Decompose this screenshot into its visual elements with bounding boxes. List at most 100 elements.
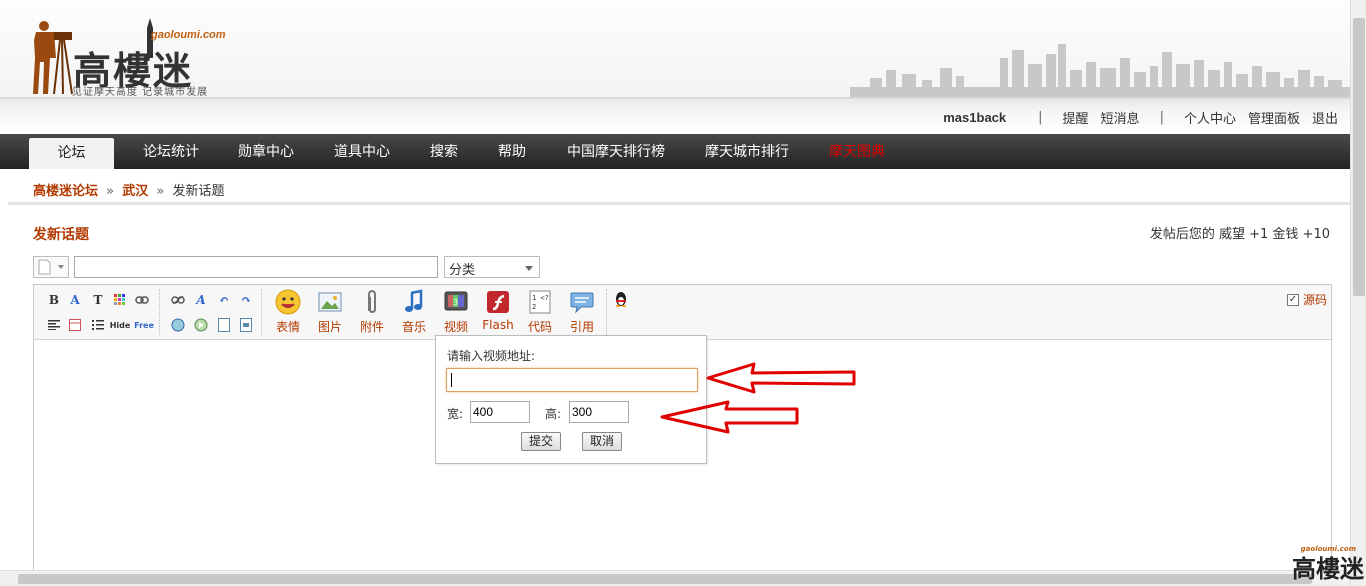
- user-bar: mas1back | 提醒 短消息 | 个人中心 管理面板 退出: [0, 97, 1350, 134]
- nav-medals[interactable]: 勋章中心: [238, 134, 294, 169]
- logo-slogan: 见证摩天高度 记录城市发展: [72, 87, 209, 98]
- admin-panel-link[interactable]: 管理面板: [1248, 108, 1300, 127]
- breadcrumb-board-link[interactable]: 武汉: [122, 184, 148, 199]
- smiley-icon: [275, 289, 301, 315]
- globe-icon[interactable]: [170, 317, 186, 333]
- speech-bubble-icon: [570, 292, 594, 314]
- main-nav: 论坛 论坛统计 勋章中心 道具中心 搜索 帮助 中国摩天排行榜 摩天城市排行 摩…: [0, 134, 1350, 169]
- post-reward-info: 发帖后您的 威望 +1 金钱 +10: [1149, 227, 1330, 242]
- toolbar-group-format: B A T Hide Free: [42, 289, 160, 335]
- breadcrumb-separator: »: [156, 184, 165, 199]
- watermark-title: 高樓迷: [1292, 555, 1364, 583]
- code-icon: 1 <?2: [529, 290, 551, 314]
- svg-text:3: 3: [453, 298, 458, 307]
- nav-china-ranking[interactable]: 中国摩天排行榜: [567, 134, 665, 169]
- align-left-icon[interactable]: [46, 317, 62, 333]
- quote-button[interactable]: 引用: [562, 289, 602, 335]
- free-icon[interactable]: Free: [134, 317, 154, 333]
- font-size-icon[interactable]: T: [90, 292, 106, 308]
- image-icon: [318, 292, 342, 312]
- paperclip-icon: [368, 289, 376, 314]
- undo-icon[interactable]: ↶: [216, 292, 232, 308]
- scrollbar-thumb[interactable]: [18, 574, 1312, 584]
- qq-penguin-icon[interactable]: [614, 291, 628, 307]
- text-cursor: [451, 373, 452, 387]
- bold-icon[interactable]: B: [46, 292, 62, 308]
- city-skyline-illustration: [850, 44, 1350, 97]
- nav-forum[interactable]: 论坛: [29, 138, 114, 169]
- profile-link[interactable]: 个人中心: [1184, 108, 1236, 127]
- vertical-scrollbar[interactable]: [1350, 0, 1366, 586]
- height-input[interactable]: [569, 401, 629, 423]
- redo-icon[interactable]: ↷: [238, 292, 254, 308]
- image-button[interactable]: 图片: [310, 289, 350, 335]
- code-button[interactable]: 1 <? 2 代码: [520, 289, 560, 335]
- breadcrumb: 高楼迷论坛 » 武汉 » 发新话题: [33, 180, 225, 199]
- color-grid-icon[interactable]: [112, 292, 128, 308]
- subject-input[interactable]: [74, 256, 438, 278]
- breadcrumb-separator: »: [106, 184, 115, 199]
- annotation-arrow-size: [660, 400, 799, 434]
- font-icon[interactable]: A: [67, 292, 83, 308]
- flash-button[interactable]: Flash: [478, 289, 518, 332]
- media-play-icon[interactable]: [193, 317, 209, 333]
- divider: |: [1159, 110, 1164, 125]
- submit-button[interactable]: 提交: [521, 432, 561, 451]
- cancel-button[interactable]: 取消: [582, 432, 622, 451]
- image-label: 图片: [317, 320, 342, 334]
- site-logo[interactable]: gaoloumi.com 高樓迷 见证摩天高度 记录城市发展: [26, 16, 236, 98]
- width-label: 宽:: [447, 407, 464, 421]
- video-url-prompt: 请输入视频地址:: [447, 349, 536, 363]
- nav-forum-stats[interactable]: 论坛统计: [143, 134, 199, 169]
- video-label: 视频: [443, 320, 468, 334]
- source-toggle[interactable]: ✓ 源码: [1286, 291, 1327, 308]
- emoticon-label: 表情: [275, 320, 300, 334]
- music-label: 音乐: [401, 320, 426, 334]
- post-icon-select[interactable]: [33, 256, 69, 278]
- nav-items-center[interactable]: 道具中心: [334, 134, 390, 169]
- site-header: gaoloumi.com 高樓迷 见证摩天高度 记录城市发展: [0, 0, 1350, 98]
- nav-search[interactable]: 搜索: [430, 134, 458, 169]
- nav-help[interactable]: 帮助: [498, 134, 526, 169]
- hide-icon[interactable]: Hide: [110, 317, 131, 333]
- flash-label: Flash: [482, 318, 514, 332]
- nav-city-ranking[interactable]: 摩天城市排行: [705, 134, 789, 169]
- page-icon[interactable]: [216, 317, 232, 333]
- width-input[interactable]: [470, 401, 530, 423]
- video-url-input[interactable]: [446, 368, 698, 392]
- source-label: 源码: [1302, 293, 1327, 307]
- svg-text:1 <?: 1 <?: [532, 294, 549, 302]
- attachment-label: 附件: [359, 320, 384, 334]
- page-break-icon[interactable]: [238, 317, 254, 333]
- table-icon[interactable]: [67, 317, 83, 333]
- quote-label: 引用: [569, 320, 594, 334]
- breadcrumb-forum-link[interactable]: 高楼迷论坛: [33, 184, 98, 199]
- height-label: 高:: [545, 407, 562, 421]
- attachment-button[interactable]: 附件: [352, 289, 392, 335]
- emoticon-button[interactable]: 表情: [268, 289, 308, 335]
- page-title: 发新话题: [33, 227, 89, 243]
- logout-link[interactable]: 退出: [1312, 108, 1338, 127]
- code-label: 代码: [527, 320, 552, 334]
- unlink-icon[interactable]: [170, 292, 186, 308]
- reminder-link[interactable]: 提醒: [1063, 108, 1089, 127]
- category-select-label: 分类: [449, 263, 476, 278]
- username-link[interactable]: mas1back: [943, 110, 1006, 125]
- link-icon[interactable]: [134, 292, 150, 308]
- messages-link[interactable]: 短消息: [1101, 108, 1140, 127]
- list-icon[interactable]: [90, 317, 106, 333]
- chevron-down-icon: [525, 266, 533, 271]
- category-select[interactable]: 分类: [444, 256, 540, 278]
- nav-atlas[interactable]: 摩天图典: [829, 134, 885, 169]
- video-button[interactable]: 3 视频: [436, 289, 476, 335]
- music-button[interactable]: 音乐: [394, 289, 434, 335]
- horizontal-scrollbar[interactable]: [0, 570, 1350, 586]
- photographer-logo-icon: [33, 21, 73, 95]
- remove-format-icon[interactable]: A: [193, 292, 209, 308]
- annotation-arrow-url: [706, 362, 856, 394]
- toolbar-group-edit: A ↶ ↷: [166, 289, 262, 335]
- source-checkbox[interactable]: ✓: [1286, 293, 1299, 306]
- editor-toolbar: B A T Hide Free A ↶ ↷ 表情 图片 附件 音乐 3 视频 F…: [34, 285, 1331, 340]
- document-icon: [38, 259, 64, 275]
- scrollbar-thumb[interactable]: [1353, 18, 1365, 296]
